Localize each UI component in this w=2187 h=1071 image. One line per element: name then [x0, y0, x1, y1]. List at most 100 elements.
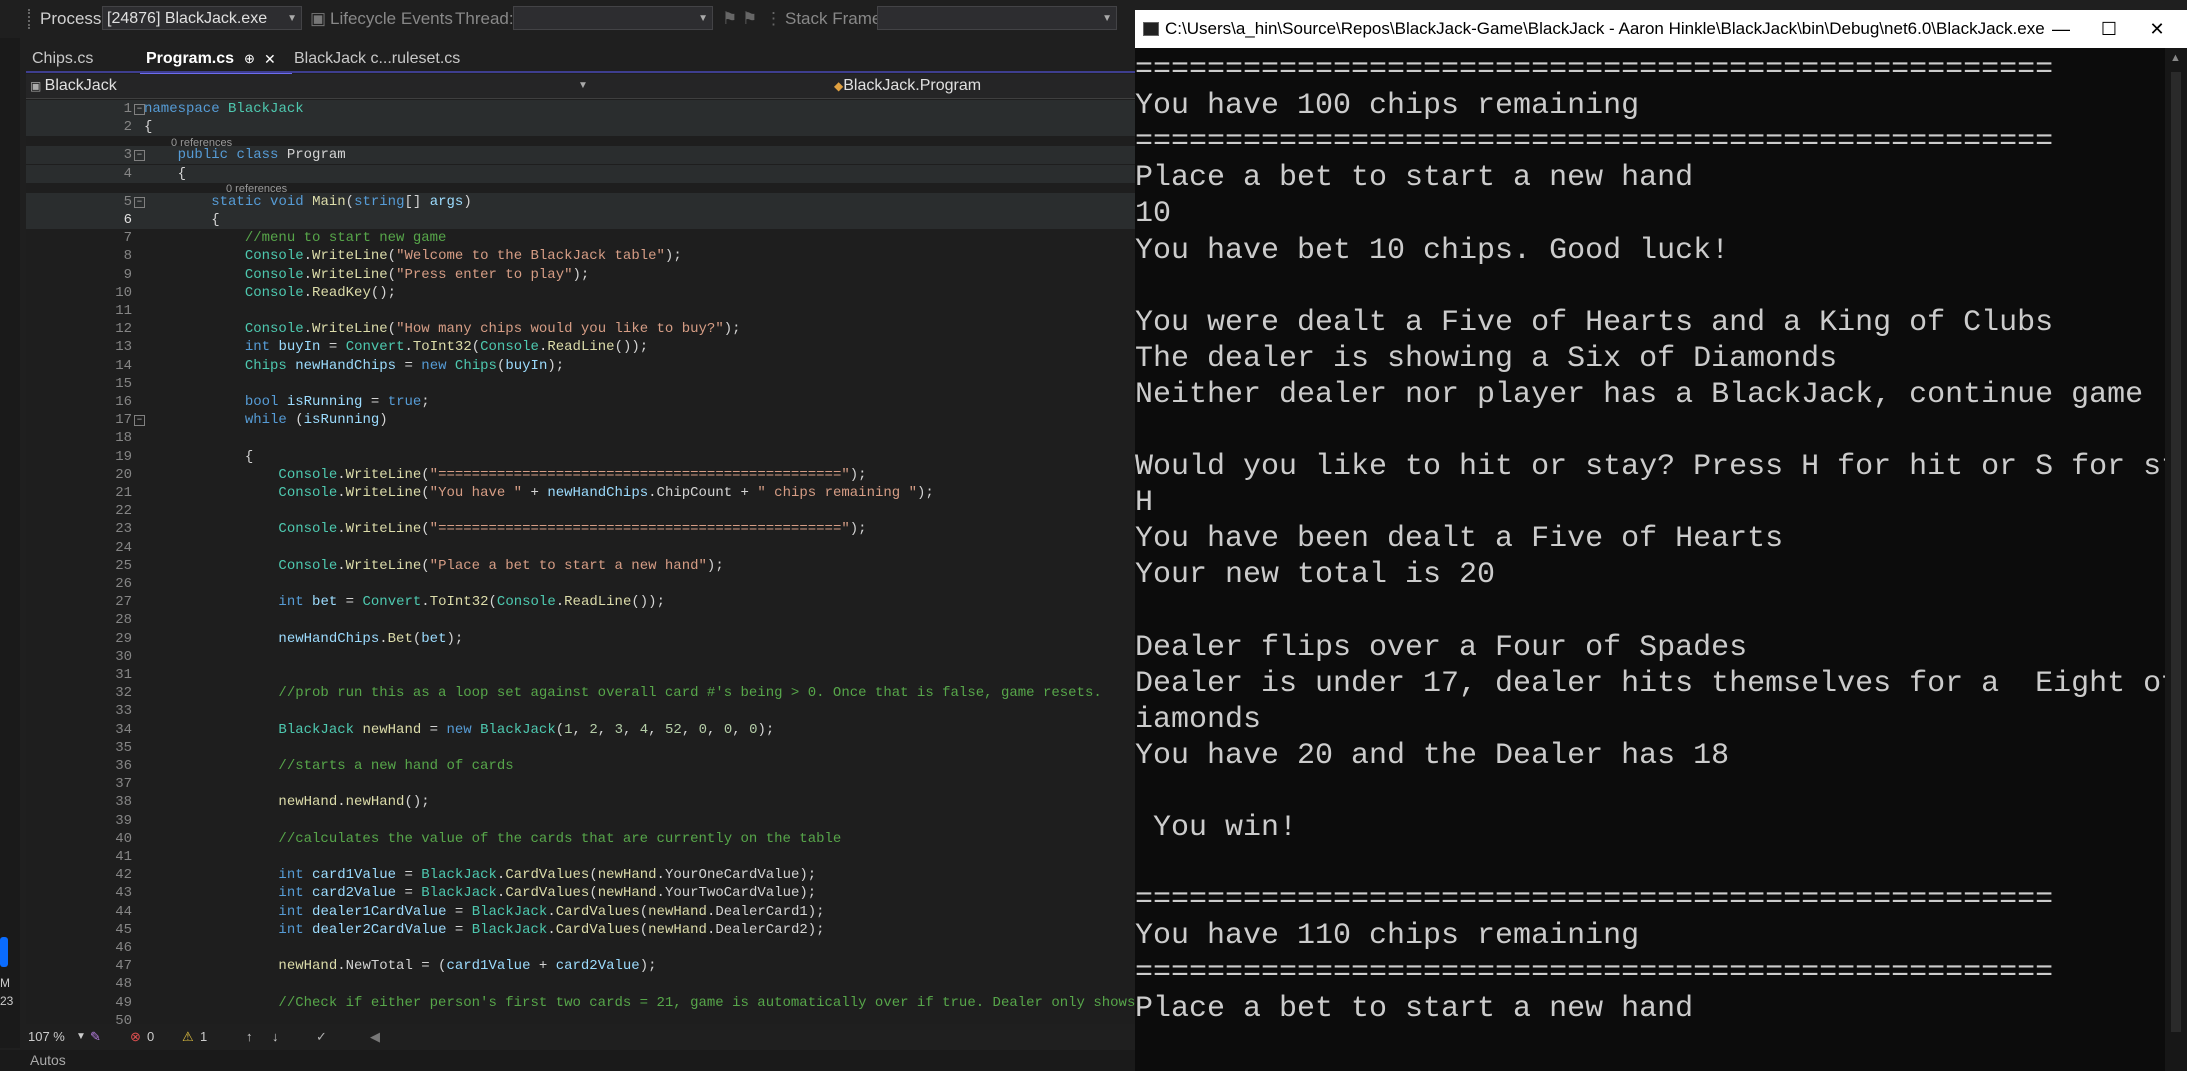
zoom-level[interactable]: 107 %: [28, 1026, 65, 1048]
console-line: Your new total is 20: [1135, 558, 1496, 593]
thread-dropdown[interactable]: ▼: [513, 6, 713, 30]
close-icon[interactable]: ✕: [264, 46, 276, 72]
close-button[interactable]: ✕: [2137, 10, 2177, 48]
line-number: 10: [115, 284, 132, 301]
autos-label[interactable]: Autos: [30, 1050, 66, 1071]
code-line[interactable]: 12 Console.WriteLine("How many chips wou…: [26, 320, 1135, 338]
code-line[interactable]: 35: [26, 739, 1135, 757]
chevron-down-icon[interactable]: ▼: [578, 74, 588, 98]
code-line[interactable]: 43 int card2Value = BlackJack.CardValues…: [26, 884, 1135, 902]
code-line[interactable]: 7 //menu to start new game: [26, 229, 1135, 247]
autos-panel-header: Autos: [0, 1050, 1135, 1071]
csharp-icon: ▣: [30, 79, 45, 93]
scroll-left-icon[interactable]: ◀: [370, 1026, 380, 1048]
pin-icon[interactable]: ⊕: [244, 46, 255, 72]
code-text: int bet = Convert.ToInt32(Console.ReadLi…: [278, 594, 665, 611]
code-line[interactable]: 26: [26, 575, 1135, 593]
tab-program[interactable]: Program.cs ⊕ ✕: [140, 46, 292, 74]
arrow-up-icon[interactable]: ↑: [246, 1026, 253, 1048]
console-window: C:\Users\a_hin\Source\Repos\BlackJack-Ga…: [1135, 10, 2187, 1071]
toolbar-grip[interactable]: [28, 9, 34, 29]
code-line[interactable]: 33: [26, 702, 1135, 720]
lifecycle-events-button[interactable]: Lifecycle Events: [330, 9, 453, 29]
code-line[interactable]: 34 BlackJack newHand = new BlackJack(1, …: [26, 721, 1135, 739]
code-line[interactable]: 48: [26, 975, 1135, 993]
code-line[interactable]: 5− static void Main(string[] args): [26, 192, 1135, 211]
code-line[interactable]: 46: [26, 939, 1135, 957]
code-line[interactable]: 40 //calculates the value of the cards t…: [26, 830, 1135, 848]
code-line[interactable]: 37: [26, 775, 1135, 793]
code-line[interactable]: 11: [26, 302, 1135, 320]
code-line[interactable]: 21 Console.WriteLine("You have " + newHa…: [26, 484, 1135, 502]
code-text: namespace BlackJack: [144, 101, 304, 117]
type-dropdown[interactable]: ◆BlackJack.Program: [834, 74, 981, 98]
warning-icon[interactable]: ⚠: [182, 1026, 194, 1048]
chevron-down-icon[interactable]: ▼: [76, 1026, 86, 1048]
maximize-button[interactable]: ☐: [2089, 10, 2129, 48]
line-number: 39: [115, 812, 132, 829]
scrollbar-thumb[interactable]: [2171, 72, 2181, 1032]
code-line[interactable]: 38 newHand.newHand();: [26, 793, 1135, 811]
minimize-button[interactable]: —: [2041, 10, 2081, 48]
code-line[interactable]: 17− while (isRunning): [26, 411, 1135, 429]
code-line[interactable]: 30: [26, 648, 1135, 666]
code-line[interactable]: 42 int card1Value = BlackJack.CardValues…: [26, 866, 1135, 884]
filter-icon[interactable]: ⚑: [742, 9, 757, 29]
code-line[interactable]: 25 Console.WriteLine("Place a bet to sta…: [26, 557, 1135, 575]
code-line[interactable]: 36 //starts a new hand of cards: [26, 757, 1135, 775]
code-line[interactable]: 16 bool isRunning = true;: [26, 393, 1135, 411]
intellicode-icon[interactable]: ✎: [90, 1026, 101, 1048]
console-output[interactable]: ========================================…: [1135, 48, 2187, 1071]
arrow-down-icon[interactable]: ↓: [272, 1026, 279, 1048]
code-line[interactable]: 50: [26, 1012, 1135, 1024]
code-line[interactable]: 28: [26, 611, 1135, 629]
code-line[interactable]: 8 Console.WriteLine("Welcome to the Blac…: [26, 247, 1135, 265]
cleanup-icon[interactable]: ✓: [316, 1026, 327, 1048]
code-line[interactable]: 15: [26, 375, 1135, 393]
code-line[interactable]: 22: [26, 502, 1135, 520]
stack-frame-dropdown[interactable]: ▼: [877, 6, 1117, 30]
code-editor[interactable]: 1− namespace BlackJack 2{ 3− public class P…: [26, 99, 1135, 1024]
code-line[interactable]: 32 //prob run this as a loop set against…: [26, 684, 1135, 702]
code-line[interactable]: 31: [26, 666, 1135, 684]
code-line[interactable]: 2{: [26, 118, 1135, 137]
class-references-lens[interactable]: 0 references: [171, 137, 232, 149]
code-line[interactable]: 27 int bet = Convert.ToInt32(Console.Rea…: [26, 593, 1135, 611]
project-dropdown[interactable]: ▣ BlackJack: [30, 74, 117, 98]
code-line[interactable]: 19 {: [26, 448, 1135, 466]
code-line[interactable]: 14 Chips newHandChips = new Chips(buyIn)…: [26, 357, 1135, 375]
class-icon: ◆: [834, 79, 844, 93]
code-line[interactable]: 4 {: [26, 164, 1135, 183]
scroll-up-icon[interactable]: ▲: [2170, 52, 2181, 64]
tab-chips[interactable]: Chips.cs: [26, 46, 99, 72]
error-icon[interactable]: ⊗: [130, 1026, 141, 1048]
code-line[interactable]: 20 Console.WriteLine("==================…: [26, 466, 1135, 484]
code-line[interactable]: 24: [26, 539, 1135, 557]
code-line[interactable]: 10 Console.ReadKey();: [26, 284, 1135, 302]
code-line[interactable]: 1− namespace BlackJack: [26, 100, 1135, 118]
code-line[interactable]: 41: [26, 848, 1135, 866]
code-line[interactable]: 49 //Check if either person's first two …: [26, 994, 1135, 1012]
flag-icon[interactable]: ⚑: [722, 9, 737, 29]
code-line[interactable]: 9 Console.WriteLine("Press enter to play…: [26, 266, 1135, 284]
code-line[interactable]: 23 Console.WriteLine("==================…: [26, 520, 1135, 538]
line-number: 11: [115, 303, 132, 319]
main-references-lens[interactable]: 0 references: [226, 183, 287, 195]
code-line[interactable]: 18: [26, 429, 1135, 447]
code-line[interactable]: 47 newHand.NewTotal = (card1Value + card…: [26, 957, 1135, 975]
code-line[interactable]: 45 int dealer2CardValue = BlackJack.Card…: [26, 921, 1135, 939]
code-line[interactable]: 3− public class Program: [26, 146, 1135, 165]
code-line[interactable]: 39: [26, 812, 1135, 830]
tab-ruleset[interactable]: BlackJack c...ruleset.cs: [288, 46, 466, 72]
console-line: You win!: [1135, 811, 1298, 846]
process-dropdown[interactable]: [24876] BlackJack.exe ▼: [102, 6, 302, 30]
code-line[interactable]: 44 int dealer1CardValue = BlackJack.Card…: [26, 903, 1135, 921]
console-line: You have 20 and the Dealer has 18: [1135, 738, 1730, 773]
line-number: 41: [115, 849, 132, 865]
line-number: 47: [115, 958, 132, 975]
code-line[interactable]: 29 newHandChips.Bet(bet);: [26, 630, 1135, 648]
code-line[interactable]: 6 {: [26, 211, 1135, 229]
console-scrollbar[interactable]: ▲: [2165, 48, 2187, 1071]
code-line[interactable]: 13 int buyIn = Convert.ToInt32(Console.R…: [26, 338, 1135, 356]
console-app-icon: [1143, 22, 1159, 36]
